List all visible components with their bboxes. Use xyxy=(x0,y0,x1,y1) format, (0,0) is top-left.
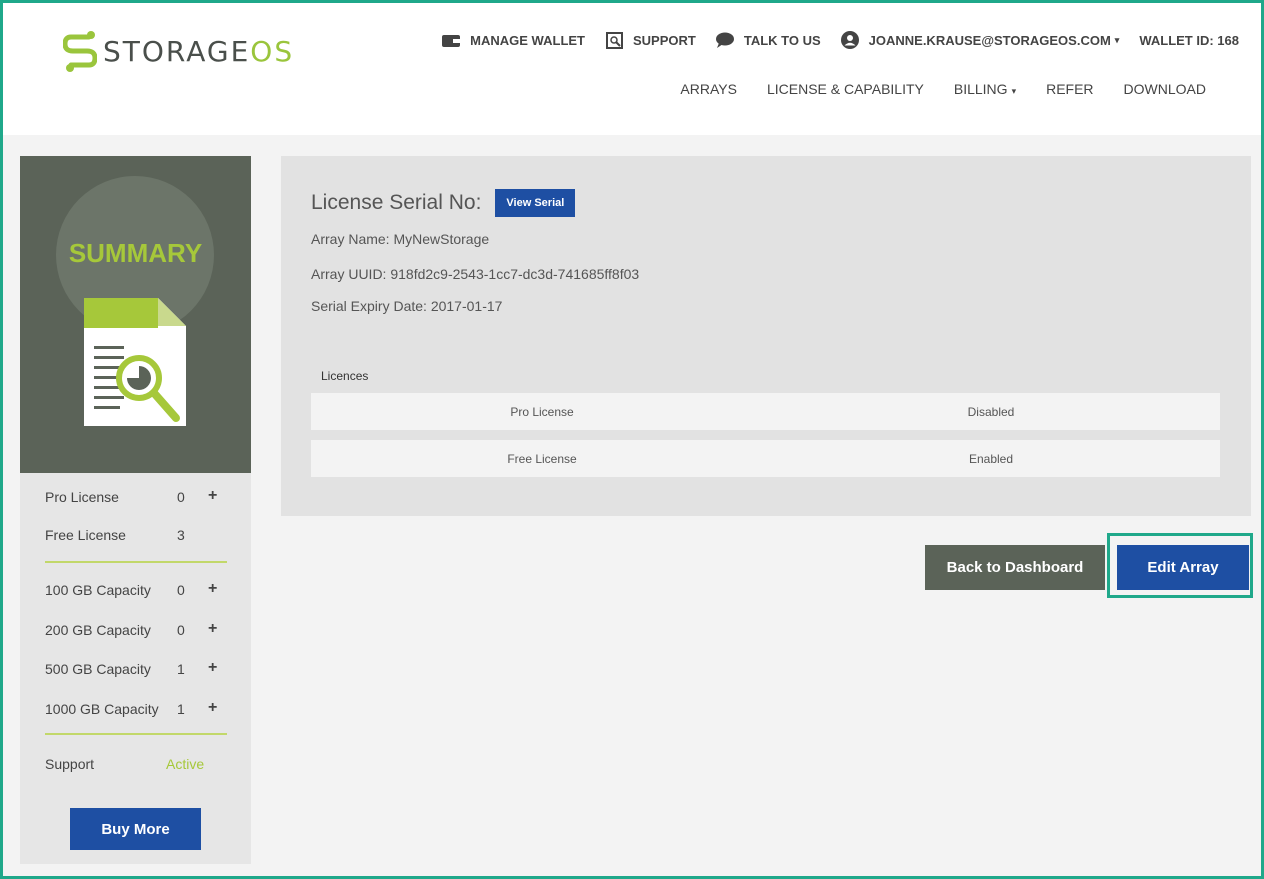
array-details-panel: License Serial No: View Serial Array Nam… xyxy=(281,156,1251,516)
stat-value: 3 xyxy=(177,527,185,543)
stat-support: Support Active xyxy=(45,756,227,776)
back-to-dashboard-button[interactable]: Back to Dashboard xyxy=(925,545,1105,590)
nav-billing-label: BILLING xyxy=(953,81,1008,97)
add-500gb-button[interactable]: + xyxy=(208,659,217,677)
top-utility-bar: MANAGE WALLET SUPPORT TALK TO US JOANNE.… xyxy=(422,31,1239,49)
stat-100gb: 100 GB Capacity 0 + xyxy=(45,580,227,602)
stat-value: 1 xyxy=(177,661,185,677)
chevron-down-icon: ▾ xyxy=(1011,86,1017,96)
licence-status: Enabled xyxy=(968,452,1014,466)
array-name: Array Name: MyNewStorage xyxy=(311,231,490,247)
divider xyxy=(45,733,227,735)
manage-wallet-link[interactable]: MANAGE WALLET xyxy=(442,31,585,49)
support-link[interactable]: SUPPORT xyxy=(605,31,696,49)
support-label: Support xyxy=(45,756,95,772)
stat-200gb: 200 GB Capacity 0 + xyxy=(45,620,227,642)
nav-download[interactable]: DOWNLOAD xyxy=(1124,81,1206,97)
view-serial-button[interactable]: View Serial xyxy=(495,189,576,217)
stat-label: Free License xyxy=(45,527,126,543)
main-nav: ARRAYS LICENSE & CAPABILITY BILLING ▾ REF… xyxy=(650,81,1206,97)
manage-wallet-label: MANAGE WALLET xyxy=(470,32,585,48)
divider xyxy=(45,561,227,563)
logo-icon xyxy=(63,31,97,72)
stat-label: 500 GB Capacity xyxy=(45,661,151,677)
stat-label: 1000 GB Capacity xyxy=(45,701,159,717)
stat-pro-license: Pro License 0 + xyxy=(45,487,227,509)
add-100gb-button[interactable]: + xyxy=(208,580,217,598)
stat-value: 0 xyxy=(177,582,185,598)
support-icon xyxy=(605,31,623,49)
summary-title: SUMMARY xyxy=(68,238,203,268)
chat-bubble-icon xyxy=(715,31,734,49)
licences-title: Licences xyxy=(321,369,369,383)
main-content: SUMMARY Pro License 0 + Free License 3 1… xyxy=(3,135,1261,876)
edit-array-button[interactable]: Edit Array xyxy=(1117,545,1249,590)
talk-to-us-label: TALK TO US xyxy=(743,32,821,48)
add-200gb-button[interactable]: + xyxy=(208,620,217,638)
stat-value: 0 xyxy=(177,489,185,505)
stat-label: 200 GB Capacity xyxy=(45,622,151,638)
table-row: Free License Enabled xyxy=(311,440,1220,477)
wallet-icon xyxy=(442,31,461,49)
serial-label: License Serial No: xyxy=(311,191,482,214)
table-row: Pro License Disabled xyxy=(311,393,1220,430)
nav-billing[interactable]: BILLING ▾ xyxy=(954,81,1016,97)
serial-expiry: Serial Expiry Date: 2017-01-17 xyxy=(311,298,503,314)
stat-500gb: 500 GB Capacity 1 + xyxy=(45,659,227,681)
support-status: Active xyxy=(166,756,205,772)
user-icon xyxy=(840,31,859,49)
serial-row: License Serial No: View Serial xyxy=(311,189,576,217)
user-menu[interactable]: JOANNE.KRAUSE@STORAGEOS.COM ▾ xyxy=(840,31,1120,49)
licence-name: Free License xyxy=(507,452,577,466)
stat-value: 1 xyxy=(177,701,185,717)
talk-to-us-link[interactable]: TALK TO US xyxy=(715,31,821,49)
summary-header: SUMMARY xyxy=(20,156,251,473)
add-1000gb-button[interactable]: + xyxy=(208,699,217,717)
nav-license-capability[interactable]: LICENSE & CAPABILITY xyxy=(767,81,924,97)
header: STORAGEOS MANAGE WALLET SUPPORT TALK TO … xyxy=(3,3,1261,135)
support-label: SUPPORT xyxy=(633,32,696,48)
buy-more-button[interactable]: Buy More xyxy=(70,808,201,850)
wallet-id: WALLET ID: 168 xyxy=(1139,33,1239,48)
wallet-id-label: WALLET ID: 168 xyxy=(1139,32,1239,48)
licence-name: Pro License xyxy=(510,405,574,419)
user-email: JOANNE.KRAUSE@STORAGEOS.COM xyxy=(868,32,1111,48)
stat-1000gb: 1000 GB Capacity 1 + xyxy=(45,699,227,721)
stat-free-license: Free License 3 xyxy=(45,527,227,547)
logo-text: STORAGE xyxy=(103,34,251,68)
stat-value: 0 xyxy=(177,622,185,638)
stat-label: 100 GB Capacity xyxy=(45,582,151,598)
logo-text-os: OS xyxy=(250,34,295,68)
array-uuid: Array UUID: 918fd2c9-2543-1cc7-dc3d-7416… xyxy=(311,266,640,282)
nav-refer[interactable]: REFER xyxy=(1046,81,1093,97)
summary-sidebar: SUMMARY Pro License 0 + Free License 3 1… xyxy=(20,156,251,864)
nav-arrays[interactable]: ARRAYS xyxy=(680,81,737,97)
add-pro-license-button[interactable]: + xyxy=(208,487,217,505)
stat-label: Pro License xyxy=(45,489,119,505)
logo[interactable]: STORAGEOS xyxy=(63,28,294,74)
document-search-icon xyxy=(84,298,186,426)
licence-status: Disabled xyxy=(967,405,1015,419)
chevron-down-icon: ▾ xyxy=(1114,34,1120,45)
